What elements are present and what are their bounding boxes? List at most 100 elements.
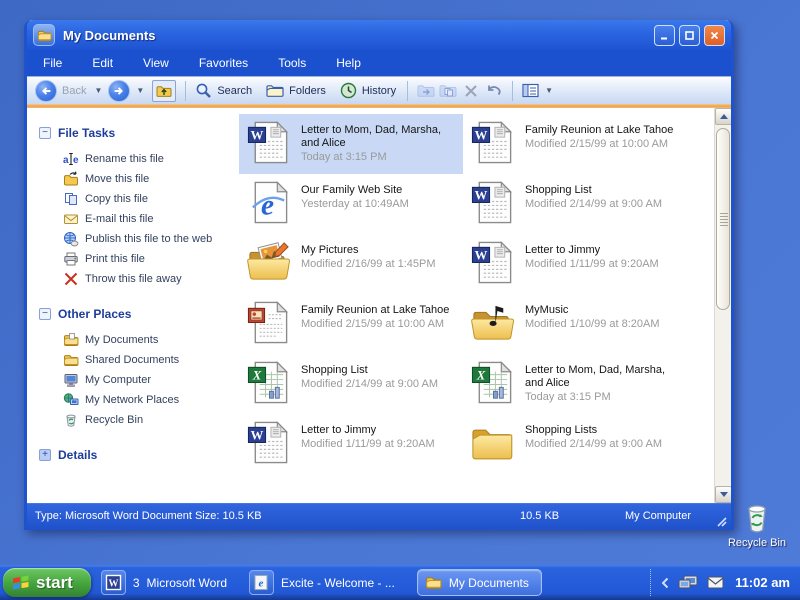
back-button[interactable] [35,80,57,102]
desktop-recycle-bin[interactable]: Recycle Bin [726,500,788,549]
place-label: My Documents [85,334,158,346]
task-rename-this-file[interactable]: a e Rename this file [63,149,239,169]
scroll-up-button[interactable] [715,108,731,125]
folders-label[interactable]: Folders [289,85,326,97]
file-list: Letter to Mom, Dad, Marsha, and Alice To… [239,114,687,474]
collapse-chevron-icon[interactable] [661,577,669,589]
taskbar-button-word[interactable]: W 3 Microsoft Word [101,570,227,595]
place-shared-documents[interactable]: Shared Documents [63,350,239,370]
menu-edit[interactable]: Edit [92,56,113,70]
task-label: Rename this file [85,153,164,165]
views-dropdown-icon[interactable]: ▼ [545,86,553,95]
menu-help[interactable]: Help [336,56,361,70]
move-to-icon[interactable] [417,83,435,98]
resize-grip[interactable] [713,513,727,527]
network-computer-icon[interactable] [678,574,698,591]
task-publish-this-file[interactable]: Publish this file to the web [63,229,239,249]
file-item[interactable]: My Pictures Modified 2/16/99 at 1:45PM [239,234,463,294]
task-move-this-file[interactable]: Move this file [63,169,239,189]
file-name: Family Reunion at Lake Tahoe [301,304,449,317]
file-item[interactable]: Shopping List Modified 2/14/99 at 9:00 A… [239,354,463,414]
my-network-places-icon [63,392,79,408]
views-icon[interactable] [522,83,539,98]
file-item[interactable]: Shopping Lists Modified 2/14/99 at 9:00 … [463,414,687,474]
place-my-documents[interactable]: My Documents [63,330,239,350]
file-item[interactable]: Letter to Mom, Dad, Marsha, and Alice To… [463,354,687,414]
word-document-icon [469,179,516,226]
word-glyph: W [105,574,122,591]
close-button[interactable] [704,25,725,46]
folder-icon [469,419,516,466]
taskbar-button-my-documents[interactable]: My Documents [417,569,542,596]
place-my-network-places[interactable]: My Network Places [63,390,239,410]
file-item[interactable]: Letter to Jimmy Modified 1/11/99 at 9:20… [239,414,463,474]
menu-tools[interactable]: Tools [278,56,306,70]
file-modified: Modified 1/11/99 at 9:20AM [301,438,435,451]
menu-favorites[interactable]: Favorites [199,56,248,70]
system-tray: 11:02 am [650,569,800,596]
toolbar-separator [407,81,408,101]
mail-icon[interactable] [707,576,724,589]
status-location: My Computer [625,510,713,522]
minimize-button[interactable] [654,25,675,46]
task-label: E-mail this file [85,213,153,225]
expand-toggle-icon[interactable]: + [39,449,51,461]
collapse-toggle-icon[interactable]: − [39,308,51,320]
task-copy-this-file[interactable]: Copy this file [63,189,239,209]
file-item[interactable]: Family Reunion at Lake Tahoe Modified 2/… [463,114,687,174]
copy-to-icon[interactable] [439,83,457,98]
recycle-bin-icon [740,500,774,536]
up-button[interactable] [152,80,176,102]
file-item[interactable]: Our Family Web Site Yesterday at 10:49AM [239,174,463,234]
window-folder-icon[interactable] [33,24,55,46]
place-recycle-bin[interactable]: Recycle Bin [63,410,239,430]
undo-icon[interactable] [485,84,503,98]
file-name: Letter to Jimmy [301,424,435,437]
menu-view[interactable]: View [143,56,169,70]
titlebar[interactable]: My Documents [27,20,731,50]
file-item[interactable]: Letter to Mom, Dad, Marsha, and Alice To… [239,114,463,174]
file-modified: Yesterday at 10:49AM [301,198,409,211]
task-throw-this-file-away[interactable]: Throw this file away [63,269,239,289]
maximize-button[interactable] [679,25,700,46]
delete-icon[interactable] [464,84,478,98]
clock[interactable]: 11:02 am [735,575,790,590]
file-item[interactable]: Family Reunion at Lake Tahoe Modified 2/… [239,294,463,354]
delete-red-x-icon [63,271,79,287]
start-button[interactable]: start [3,568,91,597]
word-icon: W [101,570,126,595]
history-icon[interactable] [340,82,357,99]
task-email-this-file[interactable]: E-mail this file [63,209,239,229]
scrollbar-thumb[interactable] [716,128,730,310]
internet-document-icon [245,179,292,226]
collapse-toggle-icon[interactable]: − [39,127,51,139]
menu-file[interactable]: File [43,56,62,70]
music-folder-icon [469,299,516,346]
place-my-computer[interactable]: My Computer [63,370,239,390]
details-section: + Details [39,448,239,462]
file-item[interactable]: Shopping List Modified 2/14/99 at 9:00 A… [463,174,687,234]
task-print-this-file[interactable]: Print this file [63,249,239,269]
close-icon [710,31,719,40]
file-modified: Today at 3:15 PM [525,391,681,404]
window-count-badge: 3 [133,576,140,590]
file-item[interactable]: Letter to Jimmy Modified 1/11/99 at 9:20… [463,234,687,294]
forward-dropdown-icon[interactable]: ▼ [136,86,144,95]
vertical-scrollbar[interactable] [714,108,731,503]
history-label[interactable]: History [362,85,396,97]
search-label[interactable]: Search [217,85,252,97]
search-icon[interactable] [195,82,212,99]
file-modified: Modified 2/15/99 at 10:00 AM [525,138,673,151]
forward-button[interactable] [108,80,130,102]
other-places-section: − Other Places My Documents [39,307,239,430]
status-bar: Type: Microsoft Word Document Size: 10.5… [27,503,731,527]
word-document-icon [245,419,292,466]
excel-document-icon [469,359,516,406]
back-dropdown-icon[interactable]: ▼ [94,86,102,95]
file-modified: Modified 2/14/99 at 9:00 AM [301,378,438,391]
folders-icon[interactable] [266,83,284,98]
scroll-down-icon [720,492,728,497]
folder-icon [37,28,52,43]
taskbar-button-excite[interactable]: e Excite - Welcome - ... [249,570,395,595]
file-item[interactable]: MyMusic Modified 1/10/99 at 8:20AM [463,294,687,354]
